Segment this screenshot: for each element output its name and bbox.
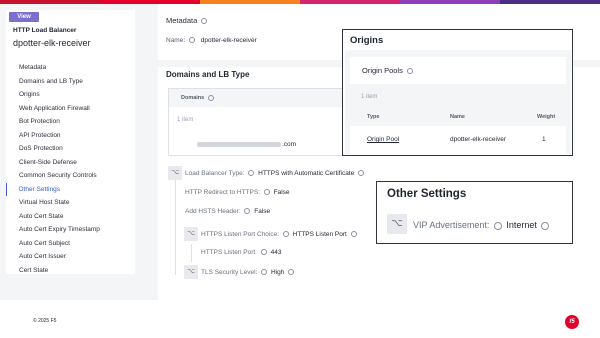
metadata-section-title: Metadata xyxy=(166,16,209,25)
branch-icon: ⌥ xyxy=(387,214,407,234)
info-icon[interactable] xyxy=(541,221,550,230)
info-icon[interactable] xyxy=(288,269,295,276)
metadata-name-row: Name: dpotter-elk-receiver xyxy=(166,37,257,44)
origins-callout: Origins Origin Pools 1 item Type Name We… xyxy=(342,29,573,156)
origins-panel: Origin Pools 1 item Type Name Weight Ori… xyxy=(345,50,571,154)
column-header-name: Name xyxy=(450,114,465,120)
domain-value: .com xyxy=(197,141,296,148)
port-label: HTTPS Listen Port: xyxy=(201,249,257,256)
info-icon[interactable] xyxy=(350,231,357,238)
sidebar-item-other-settings[interactable]: Other Settings xyxy=(6,182,135,196)
domain-suffix: .com xyxy=(282,141,297,148)
lb-type-value: HTTPS with Automatic Certificate xyxy=(258,170,355,177)
tls-row: TLS Security Level: High xyxy=(201,269,296,276)
sidebar-item-waf[interactable]: Web Application Firewall xyxy=(6,102,135,116)
info-icon[interactable] xyxy=(406,68,413,75)
sidebar-item-domains-and-lb-type[interactable]: Domains and LB Type xyxy=(6,75,135,89)
tree-connector-line xyxy=(175,180,176,275)
hsts-label: Add HSTS Header: xyxy=(185,208,241,215)
sidebar-item-dos-protection[interactable]: DoS Protection xyxy=(6,142,135,156)
table-row: Origin Pool dpotter-elk-receiver 1 xyxy=(350,126,566,154)
sidebar-item-auto-cert-subject[interactable]: Auto Cert Subject xyxy=(6,237,135,251)
origin-pools-title: Origin Pools xyxy=(362,66,403,75)
port-choice-row: HTTPS Listen Port Choice: HTTPS Listen P… xyxy=(201,231,359,238)
info-icon[interactable] xyxy=(248,170,255,177)
tree-connector-line xyxy=(191,244,192,262)
sidebar-item-virtual-host-state[interactable]: Virtual Host State xyxy=(6,196,135,210)
sidebar: View HTTP Load Balancer dpotter-elk-rece… xyxy=(6,10,135,274)
origin-pools-table-header: Type Name Weight xyxy=(350,110,566,124)
port-row: HTTPS Listen Port: 443 xyxy=(201,249,281,256)
hsts-row: Add HSTS Header: False xyxy=(185,208,270,215)
name-value: dpotter-elk-receiver xyxy=(200,37,257,44)
origin-pools-count: 1 item xyxy=(361,94,378,100)
column-header-type: Type xyxy=(367,114,380,120)
sidebar-item-cert-state[interactable]: Cert State xyxy=(6,264,135,278)
sidebar-item-auto-cert-state[interactable]: Auto Cert State xyxy=(6,210,135,224)
info-icon[interactable] xyxy=(188,37,195,44)
tls-value: High xyxy=(270,269,285,276)
info-icon[interactable] xyxy=(358,170,365,177)
domains-table: Domains 1 item .com xyxy=(168,88,358,156)
hsts-value: False xyxy=(254,208,271,215)
info-icon[interactable] xyxy=(260,249,267,256)
port-choice-value: HTTPS Listen Port xyxy=(292,231,347,238)
metadata-title: Metadata xyxy=(166,16,198,25)
info-icon[interactable] xyxy=(201,18,208,25)
info-icon[interactable] xyxy=(263,189,270,196)
port-choice-label: HTTPS Listen Port Choice: xyxy=(201,231,280,238)
vip-label: VIP Advertisement: xyxy=(413,220,490,230)
other-settings-callout: Other Settings ⌥ VIP Advertisement: Inte… xyxy=(376,181,573,244)
lb-type-label: Load Balancer Type: xyxy=(185,170,245,177)
info-icon[interactable] xyxy=(261,269,268,276)
origin-pool-link[interactable]: Origin Pool xyxy=(367,136,399,143)
origin-pool-name: dpotter-elk-receiver xyxy=(450,136,506,143)
redacted-domain-block xyxy=(197,141,281,147)
vip-value: Internet xyxy=(506,220,537,230)
lb-type-row: Load Balancer Type: HTTPS with Automatic… xyxy=(185,170,366,177)
info-icon[interactable] xyxy=(282,231,289,238)
object-name: dpotter-elk-receiver xyxy=(13,38,91,48)
redirect-value: False xyxy=(273,189,290,196)
name-label: Name: xyxy=(166,37,186,44)
info-icon[interactable] xyxy=(207,94,214,101)
sidebar-item-auto-cert-issuer[interactable]: Auto Cert Issuer xyxy=(6,250,135,264)
redirect-label: HTTP Redirect to HTTPS: xyxy=(185,189,261,196)
branch-icon: ⌥ xyxy=(184,265,198,279)
origins-callout-title: Origins xyxy=(350,35,384,46)
info-icon[interactable] xyxy=(493,221,502,230)
redirect-row: HTTP Redirect to HTTPS: False xyxy=(185,189,290,196)
sidebar-nav: Metadata Domains and LB Type Origins Web… xyxy=(6,61,135,277)
view-button[interactable]: View xyxy=(9,12,39,22)
branch-icon: ⌥ xyxy=(168,166,182,180)
sidebar-item-bot-protection[interactable]: Bot Protection xyxy=(6,115,135,129)
origin-pools-header: Origin Pools xyxy=(350,57,566,84)
domains-table-header: Domains xyxy=(169,89,357,107)
tls-label: TLS Security Level: xyxy=(201,269,258,276)
sidebar-item-common-security-controls[interactable]: Common Security Controls xyxy=(6,169,135,183)
domains-item-count: 1 item xyxy=(177,117,194,123)
sidebar-item-client-side-defense[interactable]: Client-Side Defense xyxy=(6,156,135,170)
branch-icon: ⌥ xyxy=(184,227,198,241)
sidebar-item-origins[interactable]: Origins xyxy=(6,88,135,102)
object-type-label: HTTP Load Balancer xyxy=(13,27,77,34)
other-settings-title: Other Settings xyxy=(387,188,467,200)
f5-logo: f5 xyxy=(565,315,579,329)
sidebar-item-api-protection[interactable]: API Protection xyxy=(6,129,135,143)
copyright-text: © 2025 F5 xyxy=(33,318,57,324)
info-icon[interactable] xyxy=(244,208,251,215)
column-header-weight: Weight xyxy=(537,114,556,120)
sidebar-item-auto-cert-expiry[interactable]: Auto Cert Expiry Timestamp xyxy=(6,223,135,237)
domains-section-title: Domains and LB Type xyxy=(166,70,250,79)
sidebar-item-metadata[interactable]: Metadata xyxy=(6,61,135,75)
domains-column-header: Domains xyxy=(181,95,205,101)
origin-pool-weight: 1 xyxy=(542,136,546,143)
port-value: 443 xyxy=(270,249,282,256)
vip-advertisement-row: VIP Advertisement: Internet xyxy=(413,220,551,230)
